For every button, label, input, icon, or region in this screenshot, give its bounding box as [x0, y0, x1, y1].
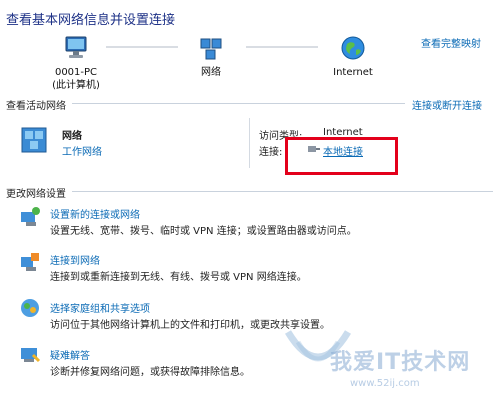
globe-icon: [338, 33, 368, 63]
highlight-box: [285, 137, 398, 175]
settings-section-title: 更改网络设置: [6, 189, 66, 200]
homegroup-sharing-link[interactable]: 选择家庭组和共享选项: [50, 300, 150, 315]
computer-icon: [60, 33, 92, 63]
connect-disconnect-link[interactable]: 连接或断开连接: [412, 97, 482, 112]
connect-network-description: 连接到或重新连接到无线、有线、拨号或 VPN 网络连接。: [50, 272, 307, 283]
homegroup-icon: [18, 296, 42, 320]
active-network-name: 网络: [62, 131, 82, 142]
troubleshoot-description: 诊断并修复网络问题，或获得故障排除信息。: [50, 367, 250, 378]
watermark-text: 我爱IT技术网: [330, 350, 471, 375]
connect-network-link[interactable]: 连接到网络: [50, 252, 100, 267]
network-type-link[interactable]: 工作网络: [62, 143, 102, 158]
map-link-line: [106, 46, 178, 48]
setup-connection-description: 设置无线、宽带、拨号、临时或 VPN 连接；或设置路由器或访问点。: [50, 226, 357, 237]
internet-node-label: Internet: [333, 67, 373, 78]
network-node-label: 网络: [201, 67, 221, 78]
view-full-map-link[interactable]: 查看完整映射: [421, 35, 481, 50]
active-network-icon: [18, 124, 50, 156]
map-link-line: [246, 46, 318, 48]
computer-name-label: 0001-PC: [54, 67, 98, 78]
connection-label: 连接:: [259, 147, 283, 158]
watermark-url: www.52ij.com: [350, 378, 420, 389]
page-title: 查看基本网络信息并设置连接: [6, 13, 176, 28]
troubleshoot-link[interactable]: 疑难解答: [50, 347, 90, 362]
section-divider: [72, 103, 405, 104]
connect-network-icon: [18, 250, 42, 274]
computer-subtitle-label: (此计算机): [52, 80, 100, 91]
troubleshoot-icon: [18, 343, 42, 367]
map-node-label: 0001-PC (此计算机): [48, 66, 104, 92]
setup-connection-link[interactable]: 设置新的连接或网络: [50, 206, 140, 221]
setup-connection-icon: [18, 205, 42, 229]
vertical-divider: [249, 118, 250, 168]
network-icon: [196, 33, 226, 63]
section-divider: [72, 191, 493, 192]
active-networks-section-title: 查看活动网络: [6, 101, 66, 112]
